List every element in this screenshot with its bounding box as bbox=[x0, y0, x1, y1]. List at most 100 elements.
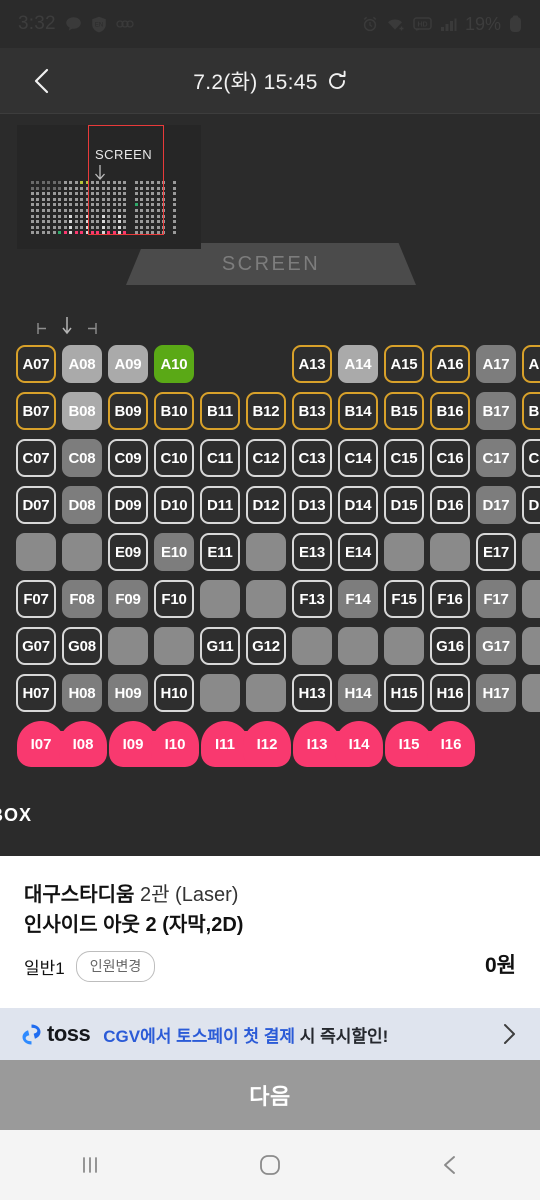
home-button[interactable] bbox=[215, 1130, 325, 1200]
seatmap-minimap[interactable]: SCREEN bbox=[17, 125, 201, 249]
seat-D12[interactable]: D12 bbox=[246, 486, 286, 524]
seat-C18[interactable]: C18 bbox=[522, 439, 540, 477]
seat-B16[interactable]: B16 bbox=[430, 392, 470, 430]
seat-H16[interactable]: H16 bbox=[430, 674, 470, 712]
seat-A10[interactable]: A10 bbox=[154, 345, 194, 383]
minimap-dot bbox=[118, 197, 121, 201]
seat-I07[interactable]: I07 bbox=[17, 721, 65, 767]
toss-logo-icon bbox=[20, 1023, 43, 1046]
seat-I14[interactable]: I14 bbox=[335, 721, 383, 767]
seat-G07[interactable]: G07 bbox=[16, 627, 56, 665]
seat-B14[interactable]: B14 bbox=[338, 392, 378, 430]
seat-D14[interactable]: D14 bbox=[338, 486, 378, 524]
recents-button[interactable] bbox=[35, 1130, 145, 1200]
seat-A13[interactable]: A13 bbox=[292, 345, 332, 383]
seat-C09[interactable]: C09 bbox=[108, 439, 148, 477]
seat-H10[interactable]: H10 bbox=[154, 674, 194, 712]
seat-C13[interactable]: C13 bbox=[292, 439, 332, 477]
seat-A07[interactable]: A07 bbox=[16, 345, 56, 383]
minimap-dot bbox=[123, 192, 127, 196]
seat-B18[interactable]: B18 bbox=[522, 392, 540, 430]
seat-H15[interactable]: H15 bbox=[384, 674, 424, 712]
seat-G11[interactable]: G11 bbox=[200, 627, 240, 665]
seat-D09[interactable]: D09 bbox=[108, 486, 148, 524]
seat-D11[interactable]: D11 bbox=[200, 486, 240, 524]
nav-back-button[interactable] bbox=[395, 1130, 505, 1200]
toss-promo-banner[interactable]: toss CGV에서 토스페이 첫 결제 시 즉시할인! bbox=[0, 1008, 540, 1060]
minimap-dot bbox=[107, 214, 111, 218]
seat-C10[interactable]: C10 bbox=[154, 439, 194, 477]
seat-G08[interactable]: G08 bbox=[62, 627, 102, 665]
seat-F09: F09 bbox=[108, 580, 148, 618]
seat-B13[interactable]: B13 bbox=[292, 392, 332, 430]
next-button[interactable]: 다음 bbox=[0, 1060, 540, 1130]
back-button[interactable] bbox=[14, 48, 70, 114]
minimap-dot bbox=[52, 181, 56, 184]
minimap-dot-grid bbox=[17, 181, 201, 243]
seat-A18[interactable]: A18 bbox=[522, 345, 540, 383]
seat-B15[interactable]: B15 bbox=[384, 392, 424, 430]
seat-C07[interactable]: C07 bbox=[16, 439, 56, 477]
minimap-dot bbox=[151, 220, 155, 224]
seat-I16[interactable]: I16 bbox=[427, 721, 475, 767]
seat-C12[interactable]: C12 bbox=[246, 439, 286, 477]
minimap-dot bbox=[118, 220, 121, 224]
seat-I10[interactable]: I10 bbox=[151, 721, 199, 767]
seat-E13[interactable]: E13 bbox=[292, 533, 332, 571]
refresh-icon[interactable] bbox=[327, 70, 347, 92]
minimap-dot bbox=[64, 203, 67, 207]
seat-I09[interactable]: I09 bbox=[109, 721, 157, 767]
minimap-dot bbox=[36, 231, 40, 235]
seat-C11[interactable]: C11 bbox=[200, 439, 240, 477]
seat-H07[interactable]: H07 bbox=[16, 674, 56, 712]
minimap-dot bbox=[74, 214, 78, 218]
seat-A15[interactable]: A15 bbox=[384, 345, 424, 383]
seat-F13[interactable]: F13 bbox=[292, 580, 332, 618]
seat-C16[interactable]: C16 bbox=[430, 439, 470, 477]
seat-G12[interactable]: G12 bbox=[246, 627, 286, 665]
seat-B09[interactable]: B09 bbox=[108, 392, 148, 430]
seat-F15[interactable]: F15 bbox=[384, 580, 424, 618]
seat-D13[interactable]: D13 bbox=[292, 486, 332, 524]
recents-icon bbox=[83, 1157, 97, 1173]
seat-B07[interactable]: B07 bbox=[16, 392, 56, 430]
seat-E09[interactable]: E09 bbox=[108, 533, 148, 571]
seat-I12[interactable]: I12 bbox=[243, 721, 291, 767]
seat-D10[interactable]: D10 bbox=[154, 486, 194, 524]
seat-I08[interactable]: I08 bbox=[59, 721, 107, 767]
minimap-dot bbox=[31, 209, 34, 212]
seat-B12[interactable]: B12 bbox=[246, 392, 286, 430]
seat-D15[interactable]: D15 bbox=[384, 486, 424, 524]
seat-C14[interactable]: C14 bbox=[338, 439, 378, 477]
chevron-right-icon[interactable] bbox=[498, 1022, 520, 1046]
seat-D16[interactable]: D16 bbox=[430, 486, 470, 524]
seat-placeholder bbox=[292, 627, 332, 665]
minimap-dot bbox=[140, 197, 144, 201]
seat-C15[interactable]: C15 bbox=[384, 439, 424, 477]
change-count-button[interactable]: 인원변경 bbox=[75, 951, 156, 982]
seat-D18[interactable]: D18 bbox=[522, 486, 540, 524]
minimap-dot bbox=[96, 181, 100, 184]
minimap-dot bbox=[156, 192, 160, 196]
minimap-dot bbox=[91, 220, 94, 224]
seat-I15[interactable]: I15 bbox=[385, 721, 433, 767]
seat-F07[interactable]: F07 bbox=[16, 580, 56, 618]
seat-F10[interactable]: F10 bbox=[154, 580, 194, 618]
minimap-dot bbox=[74, 225, 78, 229]
seat-I11[interactable]: I11 bbox=[201, 721, 249, 767]
svg-text:EN: EN bbox=[95, 22, 103, 28]
seat-E11[interactable]: E11 bbox=[200, 533, 240, 571]
seat-D07[interactable]: D07 bbox=[16, 486, 56, 524]
seat-B10[interactable]: B10 bbox=[154, 392, 194, 430]
seat-B11[interactable]: B11 bbox=[200, 392, 240, 430]
seat-E17[interactable]: E17 bbox=[476, 533, 516, 571]
seat-map[interactable]: A07A08A09A10A13A14A15A16A17A18B07B08B09B… bbox=[0, 305, 540, 833]
title-group: 7.2(화) 15:45 bbox=[0, 66, 540, 96]
seat-H13[interactable]: H13 bbox=[292, 674, 332, 712]
minimap-dot bbox=[52, 209, 56, 212]
seat-G16[interactable]: G16 bbox=[430, 627, 470, 665]
seat-I13[interactable]: I13 bbox=[293, 721, 341, 767]
seat-E14[interactable]: E14 bbox=[338, 533, 378, 571]
seat-A16[interactable]: A16 bbox=[430, 345, 470, 383]
seat-F16[interactable]: F16 bbox=[430, 580, 470, 618]
